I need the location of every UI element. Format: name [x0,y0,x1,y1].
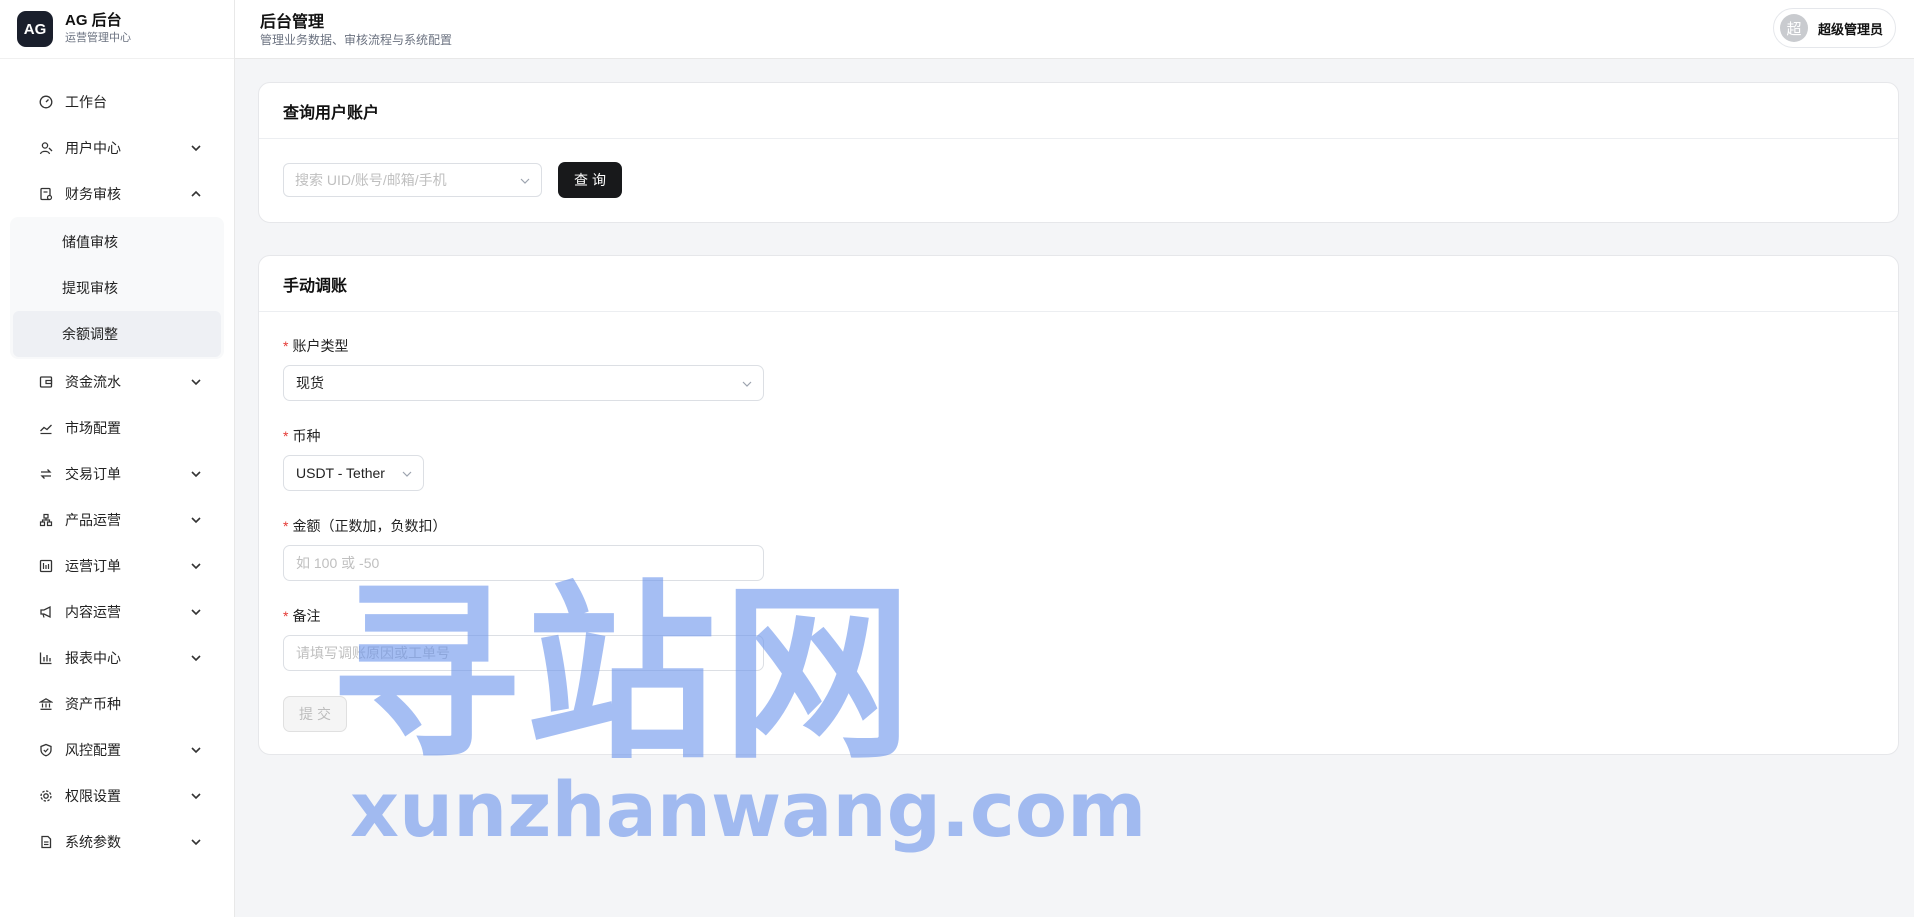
remark-input[interactable]: 请填写调账原因或工单号 [283,635,764,671]
sidebar-subitem-withdraw-audit[interactable]: 提现审核 [10,265,224,311]
sidebar-item-ops-orders[interactable]: 运营订单 [0,543,234,589]
account-type-select[interactable]: 现货 [283,365,764,401]
dashboard-icon [38,94,54,110]
chevron-up-icon [191,190,201,197]
amount-placeholder: 如 100 或 -50 [296,555,380,571]
finance-submenu: 储值审核 提现审核 余额调整 [10,217,224,359]
sidebar-subitem-deposit-audit[interactable]: 储值审核 [10,219,224,265]
sidebar-item-label: 报表中心 [65,650,121,666]
finance-audit-icon [38,186,54,202]
sidebar-item-label: 运营订单 [65,558,121,574]
chevron-down-icon [191,655,201,662]
cluster-icon [38,512,54,528]
remark-label: * 备注 [283,608,321,624]
account-type-label: * 账户类型 [283,338,349,354]
sidebar-item-finance-audit[interactable]: 财务审核 [0,171,234,217]
sidebar-item-fund-flow[interactable]: 资金流水 [0,359,234,405]
sidebar-item-label: 用户中心 [65,140,121,156]
chevron-down-icon [191,379,201,386]
sidebar-item-market-config[interactable]: 市场配置 [0,405,234,451]
remark-placeholder: 请填写调账原因或工单号 [296,645,450,661]
sidebar-item-permissions[interactable]: 权限设置 [0,773,234,819]
sidebar-item-label: 风控配置 [65,742,121,758]
sidebar-item-label: 财务审核 [65,186,121,202]
document-icon [38,834,54,850]
query-button[interactable]: 查询 [558,162,622,198]
chevron-down-icon [191,145,201,152]
megaphone-icon [38,604,54,620]
account-type-value: 现货 [296,375,324,391]
card-title: 查询用户账户 [259,83,1898,139]
sidebar: AG AG 后台 运营管理中心 工作台 用户中心 财务审核 储值审核 提现审核 … [0,0,235,917]
currency-value: USDT - Tether [296,465,385,481]
submit-button[interactable]: 提交 [283,696,347,732]
user-menu[interactable]: 超 超级管理员 [1772,8,1896,48]
currency-select[interactable]: USDT - Tether [283,455,424,491]
required-mark: * [283,428,289,444]
brand-title: AG 后台 [65,12,122,29]
currency-label: * 币种 [283,428,321,444]
chevron-down-icon [191,747,201,754]
sidebar-item-risk-config[interactable]: 风控配置 [0,727,234,773]
bar-chart-icon [38,650,54,666]
sidebar-item-label: 工作台 [65,94,107,110]
line-chart-icon [38,420,54,436]
watermark-en: xunzhanwang.com [350,765,1147,854]
required-mark: * [283,338,289,354]
chevron-down-icon [191,471,201,478]
sidebar-item-content-ops[interactable]: 内容运营 [0,589,234,635]
card-title: 手动调账 [259,256,1898,312]
chevron-down-icon [191,563,201,570]
brand[interactable]: AG AG 后台 运营管理中心 [0,0,234,59]
sidebar-item-label: 权限设置 [65,788,121,804]
sidebar-item-label: 资产币种 [65,696,121,712]
sidebar-menu: 工作台 用户中心 财务审核 储值审核 提现审核 余额调整 资金流水 市场配置 交… [0,59,234,865]
gear-icon [38,788,54,804]
query-user-card: 查询用户账户 搜索 UID/账号/邮箱/手机 查询 [258,82,1899,223]
amount-label: * 金额（正数加，负数扣） [283,518,447,534]
chevron-down-icon [520,178,530,184]
chevron-down-icon [191,839,201,846]
sidebar-item-asset-currency[interactable]: 资产币种 [0,681,234,727]
user-search-select[interactable]: 搜索 UID/账号/邮箱/手机 [283,163,542,197]
sidebar-subitem-balance-adjust[interactable]: 余额调整 [13,311,221,357]
wallet-icon [38,374,54,390]
chevron-down-icon [742,381,752,387]
swap-icon [38,466,54,482]
sidebar-item-label: 系统参数 [65,834,121,850]
top-header: 后台管理 管理业务数据、审核流程与系统配置 超 超级管理员 [235,0,1914,59]
brand-subtitle: 运营管理中心 [65,32,131,44]
sidebar-item-users[interactable]: 用户中心 [0,125,234,171]
chevron-down-icon [191,517,201,524]
page-title: 后台管理 [260,14,325,31]
brand-logo: AG [17,11,53,47]
sidebar-item-product-ops[interactable]: 产品运营 [0,497,234,543]
bank-icon [38,696,54,712]
search-placeholder: 搜索 UID/账号/邮箱/手机 [295,172,447,188]
sidebar-item-label: 市场配置 [65,420,121,436]
chevron-down-icon [402,471,412,477]
sidebar-item-label: 资金流水 [65,374,121,390]
users-icon [38,140,54,156]
sidebar-item-reports[interactable]: 报表中心 [0,635,234,681]
required-mark: * [283,608,289,624]
shield-icon [38,742,54,758]
sidebar-item-system-params[interactable]: 系统参数 [0,819,234,865]
amount-input[interactable]: 如 100 或 -50 [283,545,764,581]
manual-adjust-card: 手动调账 * 账户类型 现货 * 币种 USDT - Tether * 金额（正数加，… [258,255,1899,755]
required-mark: * [283,518,289,534]
chevron-down-icon [191,793,201,800]
page-subtitle: 管理业务数据、审核流程与系统配置 [260,33,453,47]
sidebar-item-label: 产品运营 [65,512,121,528]
bar-order-icon [38,558,54,574]
sidebar-item-label: 内容运营 [65,604,121,620]
sidebar-item-label: 交易订单 [65,466,121,482]
avatar: 超 [1779,14,1808,42]
user-name: 超级管理员 [1817,21,1883,37]
chevron-down-icon [191,609,201,616]
sidebar-item-dashboard[interactable]: 工作台 [0,79,234,125]
sidebar-item-trade-orders[interactable]: 交易订单 [0,451,234,497]
